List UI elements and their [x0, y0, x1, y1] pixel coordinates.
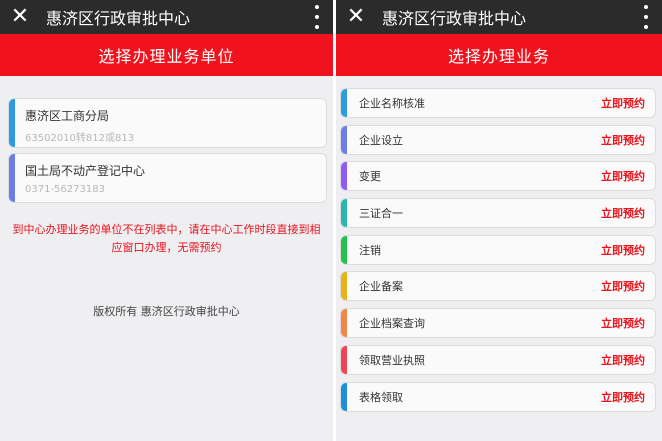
business-name: 变更	[359, 170, 381, 184]
business-name: 企业设立	[359, 133, 403, 147]
close-icon[interactable]: ✕	[336, 0, 376, 34]
section-banner: 选择办理业务单位	[0, 34, 333, 76]
business-name: 领取营业执照	[359, 353, 425, 367]
business-color-stripe	[341, 309, 347, 338]
title-bar: ✕ 惠济区行政审批中心	[0, 0, 333, 34]
book-now-button[interactable]: 立即预约	[601, 95, 645, 111]
business-name: 三证合一	[359, 207, 403, 221]
unit-phone: 0371-56273183	[25, 184, 105, 195]
business-name: 注销	[359, 243, 381, 257]
book-now-button[interactable]: 立即预约	[601, 315, 645, 331]
book-now-button[interactable]: 立即预约	[601, 389, 645, 405]
business-color-stripe	[341, 235, 347, 264]
business-item[interactable]: 领取营业执照 立即预约	[340, 344, 656, 375]
business-item[interactable]: 注销 立即预约	[340, 234, 656, 265]
left-screen: ✕ 惠济区行政审批中心 选择办理业务单位 惠济区工商分局 63502010转81…	[0, 0, 333, 441]
notice-text: 到中心办理业务的单位不在列表中，请在中心工作时段直接到相应窗口办理，无需预约	[12, 223, 321, 254]
business-color-stripe	[341, 272, 347, 301]
business-item[interactable]: 企业备案 立即预约	[340, 271, 656, 302]
business-color-stripe	[341, 345, 347, 374]
business-color-stripe	[341, 382, 347, 411]
book-now-button[interactable]: 立即预约	[601, 205, 645, 221]
unit-color-stripe	[9, 154, 15, 202]
business-color-stripe	[341, 125, 347, 154]
business-item[interactable]: 表格领取 立即预约	[340, 381, 656, 412]
business-item[interactable]: 企业档案查询 立即预约	[340, 308, 656, 339]
business-name: 企业名称核准	[359, 97, 425, 110]
book-now-button[interactable]: 立即预约	[601, 168, 645, 184]
copyright-text: 版权所有 惠济区行政审批中心	[93, 305, 240, 318]
unit-phone: 63502010转812或813	[25, 133, 135, 144]
unit-list: 惠济区工商分局 63502010转812或813 国土局不动产登记中心 0371…	[0, 76, 333, 203]
close-icon[interactable]: ✕	[0, 0, 40, 34]
business-item[interactable]: 企业名称核准 立即预约	[340, 88, 656, 118]
unit-name: 国土局不动产登记中心	[25, 164, 146, 178]
page-title: 惠济区行政审批中心	[382, 9, 527, 28]
book-now-button[interactable]: 立即预约	[601, 132, 645, 148]
more-vertical-icon[interactable]	[644, 5, 648, 29]
business-item[interactable]: 企业设立 立即预约	[340, 124, 656, 155]
unit-color-stripe	[9, 99, 15, 147]
page-title: 惠济区行政审批中心	[46, 9, 191, 28]
title-bar: ✕ 惠济区行政审批中心	[336, 0, 662, 34]
unit-name: 惠济区工商分局	[25, 109, 110, 123]
business-item[interactable]: 变更 立即预约	[340, 161, 656, 192]
unit-card[interactable]: 惠济区工商分局 63502010转812或813	[8, 98, 327, 148]
business-name: 企业档案查询	[359, 317, 425, 331]
book-now-button[interactable]: 立即预约	[601, 242, 645, 258]
business-color-stripe	[341, 199, 347, 228]
business-item[interactable]: 三证合一 立即预约	[340, 198, 656, 229]
business-color-stripe	[341, 162, 347, 191]
business-list: 企业名称核准 立即预约 企业设立 立即预约 变更 立即预约 三证合一 立即预约 …	[336, 76, 662, 412]
right-screen: ✕ 惠济区行政审批中心 选择办理业务 企业名称核准 立即预约 企业设立 立即预约…	[336, 0, 662, 441]
business-name: 企业备案	[359, 280, 403, 294]
business-name: 表格领取	[359, 390, 403, 404]
unit-card[interactable]: 国土局不动产登记中心 0371-56273183	[8, 153, 327, 203]
business-color-stripe	[341, 89, 347, 117]
book-now-button[interactable]: 立即预约	[601, 278, 645, 294]
book-now-button[interactable]: 立即预约	[601, 352, 645, 368]
section-banner: 选择办理业务	[336, 34, 662, 76]
more-vertical-icon[interactable]	[315, 5, 319, 29]
